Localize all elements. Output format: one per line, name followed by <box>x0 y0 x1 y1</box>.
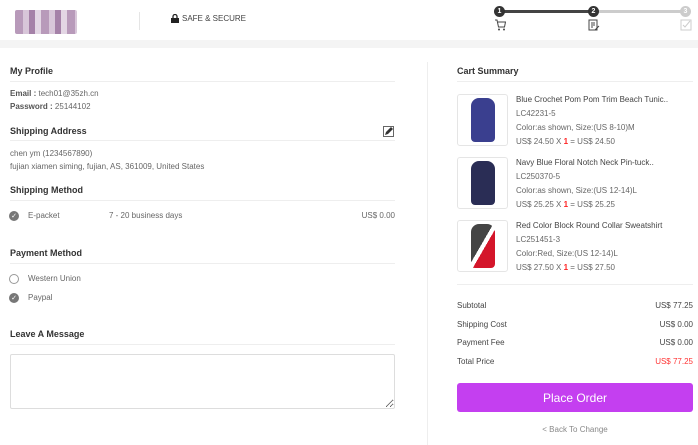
product-image[interactable] <box>457 220 508 272</box>
back-to-change-link[interactable]: < Back To Change <box>457 425 693 434</box>
line-total: = US$ 27.50 <box>568 263 615 272</box>
logo[interactable] <box>15 10 77 34</box>
line-total: = US$ 25.25 <box>568 200 615 209</box>
product-image[interactable] <box>457 94 508 146</box>
total-price-label: Total Price <box>457 357 495 366</box>
product-name[interactable]: Red Color Block Round Collar Sweatshirt <box>516 221 662 230</box>
product-attrs: Color:as shown, Size:(US 12-14)L <box>516 186 637 195</box>
payment-option-label[interactable]: Western Union <box>28 274 81 283</box>
payment-method-heading: Payment Method <box>10 248 83 258</box>
address-line: fujian xiamen siming, fujian, AS, 361009… <box>10 162 205 171</box>
message-textarea[interactable] <box>10 354 395 409</box>
cart-summary-heading: Cart Summary <box>457 66 519 76</box>
email-label: Email : <box>10 89 37 98</box>
product-attrs: Color:as shown, Size:(US 8-10)M <box>516 123 635 132</box>
product-attrs: Color:Red, Size:(US 12-14)L <box>516 249 618 258</box>
unit-price: US$ 25.25 X <box>516 200 564 209</box>
divider <box>10 263 395 264</box>
password-row: Password : 25144102 <box>10 102 91 111</box>
cart-icon <box>495 19 506 31</box>
unit-price: US$ 27.50 X <box>516 263 564 272</box>
column-divider <box>427 62 428 445</box>
line-total: = US$ 24.50 <box>568 137 615 146</box>
shipping-address-heading: Shipping Address <box>10 126 87 136</box>
unit-price: US$ 24.50 X <box>516 137 564 146</box>
divider <box>10 81 395 82</box>
shipping-cost-label: Shipping Cost <box>457 320 507 329</box>
progress-line-done <box>500 10 594 13</box>
form-icon <box>588 19 600 31</box>
shipping-days: 7 - 20 business days <box>109 211 183 220</box>
payment-fee-label: Payment Fee <box>457 338 505 347</box>
password-label: Password : <box>10 102 53 111</box>
shipping-radio-checked[interactable]: ✓ <box>9 211 19 221</box>
address-name: chen ym (1234567890) <box>10 149 93 158</box>
product-sku: LC250370-5 <box>516 172 561 181</box>
email-row: Email : tech01@35zh.cn <box>10 89 99 98</box>
product-name[interactable]: Blue Crochet Pom Pom Trim Beach Tunic.. <box>516 95 668 104</box>
email-value: tech01@35zh.cn <box>38 89 99 98</box>
shipping-cost-value: US$ 0.00 <box>659 320 693 329</box>
payment-option-label[interactable]: Paypal <box>28 293 52 302</box>
subtotal-label: Subtotal <box>457 301 487 310</box>
divider <box>457 81 693 82</box>
leave-message-heading: Leave A Message <box>10 329 85 339</box>
shipping-method-name: E-packet <box>28 211 60 220</box>
subtotal-value: US$ 77.25 <box>655 301 693 310</box>
lock-icon <box>171 14 179 23</box>
password-value: 25144102 <box>54 102 91 111</box>
my-profile-heading: My Profile <box>10 66 54 76</box>
payment-radio-western-union[interactable] <box>9 274 19 284</box>
shipping-price: US$ 0.00 <box>361 211 395 220</box>
check-icon <box>680 19 692 31</box>
secure-label: SAFE & SECURE <box>182 14 247 23</box>
header-band <box>0 40 698 48</box>
divider <box>10 140 395 141</box>
product-thumbnail <box>470 224 495 268</box>
divider <box>10 344 395 345</box>
edit-icon[interactable] <box>383 126 394 137</box>
total-price-value: US$ 77.25 <box>655 357 693 366</box>
product-sku: LC42231-5 <box>516 109 556 118</box>
product-thumbnail <box>470 98 495 142</box>
product-sku: LC251451-3 <box>516 235 561 244</box>
step-1: 1 <box>494 6 505 17</box>
place-order-button[interactable]: Place Order <box>457 383 693 412</box>
payment-fee-value: US$ 0.00 <box>659 338 693 347</box>
product-image[interactable] <box>457 157 508 209</box>
shipping-method-heading: Shipping Method <box>10 185 83 195</box>
step-3: 3 <box>680 6 691 17</box>
product-price-line: US$ 24.50 X 1 = US$ 24.50 <box>516 137 615 146</box>
payment-radio-paypal[interactable]: ✓ <box>9 293 19 303</box>
divider <box>10 200 395 201</box>
product-price-line: US$ 25.25 X 1 = US$ 25.25 <box>516 200 615 209</box>
product-price-line: US$ 27.50 X 1 = US$ 27.50 <box>516 263 615 272</box>
safe-secure-badge: SAFE & SECURE <box>171 14 246 23</box>
divider <box>139 12 140 30</box>
progress-line-todo <box>594 10 686 13</box>
divider <box>457 284 693 285</box>
step-2: 2 <box>588 6 599 17</box>
product-name[interactable]: Navy Blue Floral Notch Neck Pin-tuck.. <box>516 158 654 167</box>
product-thumbnail <box>470 161 495 205</box>
